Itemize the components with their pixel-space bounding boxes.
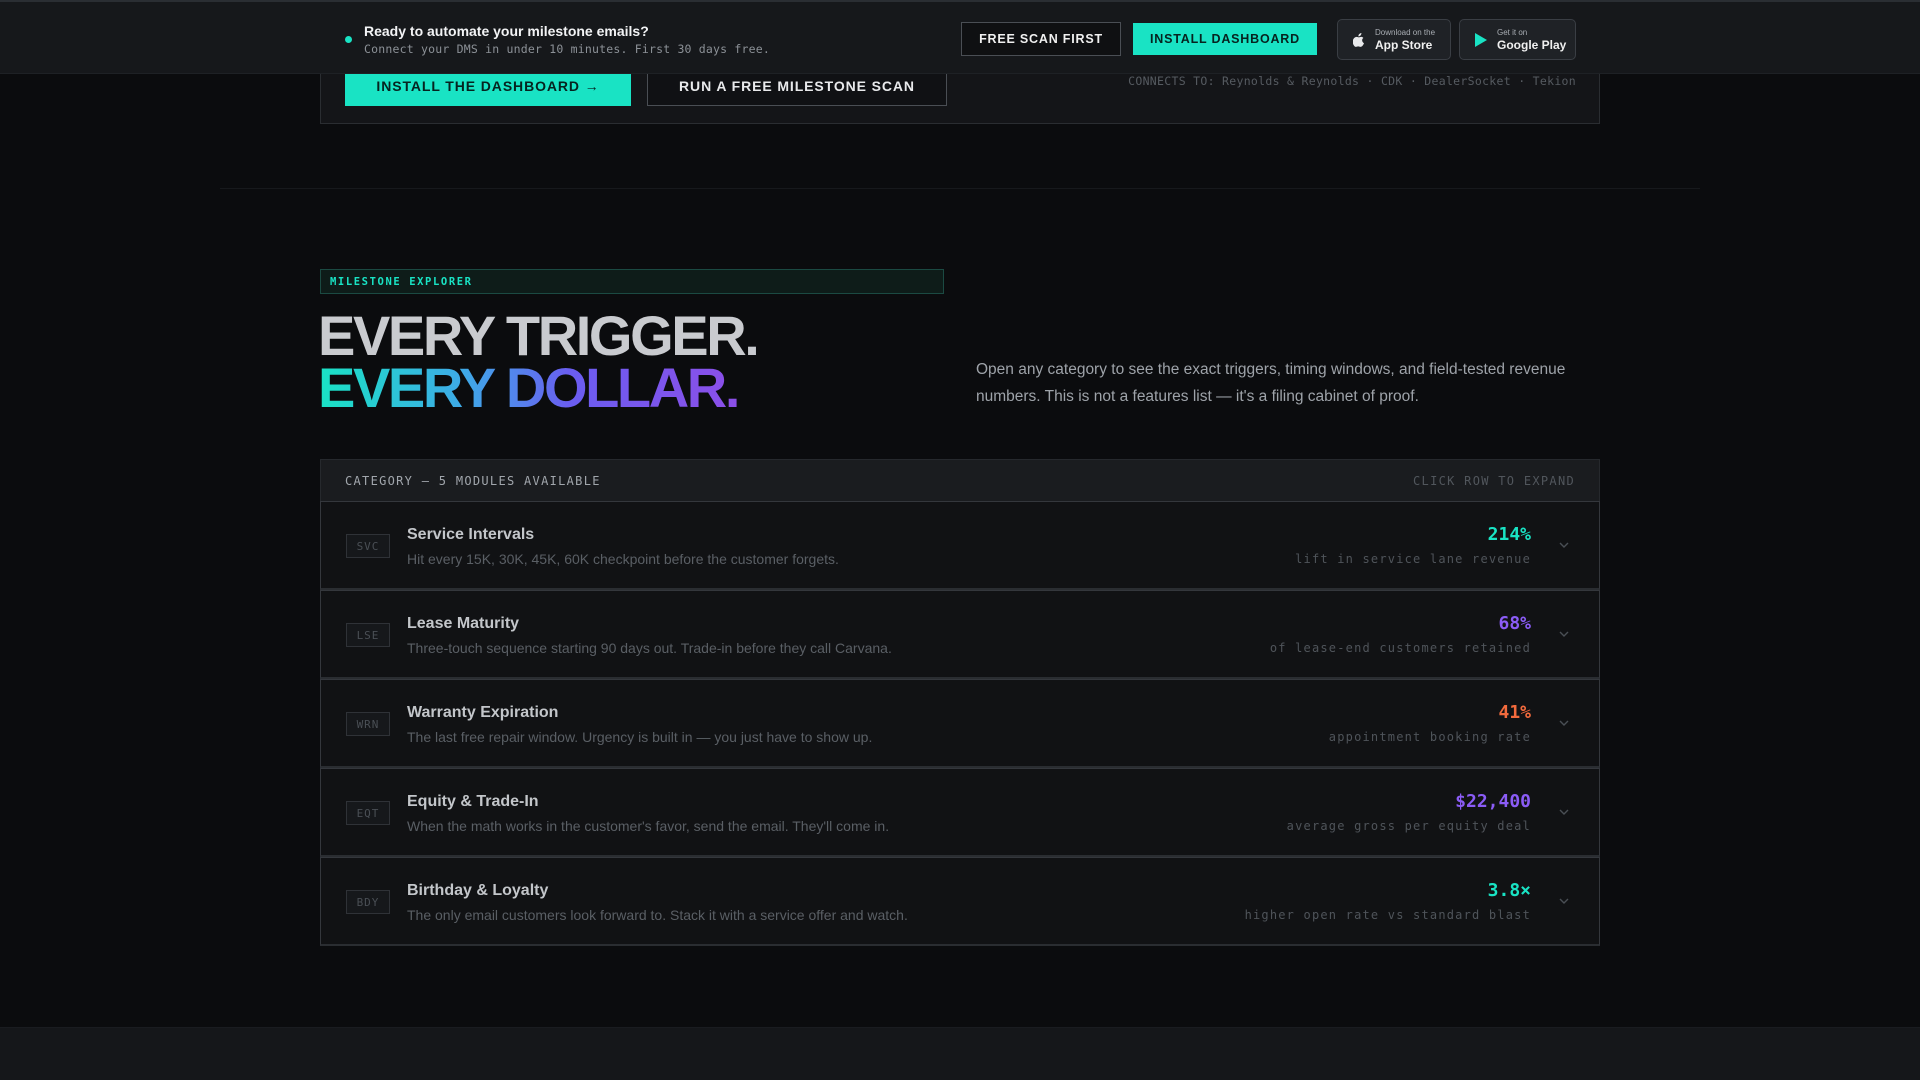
category-name: Lease Maturity — [407, 615, 520, 632]
category-stat: $22,400 — [1455, 791, 1531, 812]
chevron-down-icon[interactable] — [1557, 538, 1571, 552]
chevron-down-icon[interactable] — [1557, 627, 1571, 641]
category-stat: 3.8× — [1487, 880, 1531, 901]
category-stat-label: appointment booking rate — [1328, 730, 1531, 744]
category-list: SVC Service Intervals Hit every 15K, 30K… — [320, 501, 1600, 946]
category-code-badge: SVC — [346, 534, 390, 558]
category-stat-label: of lease-end customers retained — [1269, 641, 1531, 655]
status-dot-icon — [345, 36, 352, 43]
google-play-badge[interactable]: Get it on Google Play — [1459, 19, 1576, 60]
category-row-warranty-expiration[interactable]: WRN Warranty Expiration The last free re… — [320, 679, 1600, 768]
expand-hint-label: CLICK ROW TO EXPAND — [1413, 474, 1575, 488]
category-description: Three-touch sequence starting 90 days ou… — [407, 640, 892, 656]
footer-band — [0, 1027, 1920, 1080]
category-row-equity-trade-in[interactable]: EQT Equity & Trade-In When the math work… — [320, 768, 1600, 857]
sticky-promo-bar: Ready to automate your milestone emails?… — [0, 0, 1920, 74]
category-row-service-intervals[interactable]: SVC Service Intervals Hit every 15K, 30K… — [320, 501, 1600, 590]
category-row-lease-maturity[interactable]: LSE Lease Maturity Three-touch sequence … — [320, 590, 1600, 679]
chevron-down-icon[interactable] — [1557, 805, 1571, 819]
install-dashboard-button[interactable]: INSTALL DASHBOARD — [1133, 23, 1317, 55]
promo-subtitle: Connect your DMS in under 10 minutes. Fi… — [364, 42, 771, 56]
category-code-badge: BDY — [346, 890, 390, 914]
chevron-down-icon[interactable] — [1557, 716, 1571, 730]
category-name: Warranty Expiration — [407, 704, 559, 721]
dms-connections-text: CONNECTS TO: Reynolds & Reynolds · CDK ·… — [1128, 74, 1576, 88]
category-stat: 41% — [1498, 702, 1531, 723]
category-description: The only email customers look forward to… — [407, 907, 908, 923]
category-stat: 68% — [1498, 613, 1531, 634]
milestone-explorer-tag: MILESTONE EXPLORER — [320, 269, 944, 294]
category-code-badge: EQT — [346, 801, 390, 825]
category-name: Equity & Trade-In — [407, 793, 539, 810]
category-code-badge: LSE — [346, 623, 390, 647]
category-stat-label: average gross per equity deal — [1286, 819, 1531, 833]
category-code-badge: WRN — [346, 712, 390, 736]
free-scan-button[interactable]: FREE SCAN FIRST — [961, 22, 1121, 56]
section-divider — [220, 188, 1700, 189]
play-store-icon — [1474, 32, 1488, 47]
app-store-label: App Store — [1375, 37, 1433, 52]
chevron-down-icon[interactable] — [1557, 894, 1571, 908]
promo-title: Ready to automate your milestone emails? — [364, 23, 649, 39]
category-row-birthday-loyalty[interactable]: BDY Birthday & Loyalty The only email cu… — [320, 857, 1600, 946]
category-name: Birthday & Loyalty — [407, 882, 549, 899]
app-store-badge[interactable]: Download on the App Store — [1337, 19, 1451, 60]
category-table-header: CATEGORY — 5 MODULES AVAILABLE CLICK ROW… — [320, 459, 1600, 501]
category-stat-label: lift in service lane revenue — [1295, 552, 1531, 566]
category-stat-label: higher open rate vs standard blast — [1244, 908, 1531, 922]
app-store-small-label: Download on the — [1375, 27, 1436, 37]
category-stat: 214% — [1487, 524, 1531, 545]
category-count-label: CATEGORY — 5 MODULES AVAILABLE — [345, 474, 601, 488]
headline-line-2: EVERY DOLLAR. — [318, 356, 740, 419]
category-description: The last free repair window. Urgency is … — [407, 729, 873, 745]
google-play-small-label: Get it on — [1497, 27, 1528, 37]
google-play-label: Google Play — [1497, 37, 1567, 52]
category-description: When the math works in the customer's fa… — [407, 818, 890, 834]
apple-icon — [1352, 32, 1366, 47]
category-description: Hit every 15K, 30K, 45K, 60K checkpoint … — [407, 551, 839, 567]
category-name: Service Intervals — [407, 526, 535, 543]
explorer-intro: Open any category to see the exact trigg… — [976, 361, 1566, 405]
